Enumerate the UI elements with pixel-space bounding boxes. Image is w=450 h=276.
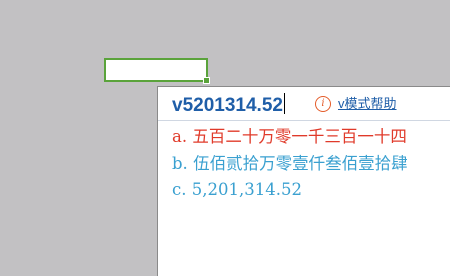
selected-spreadsheet-cell[interactable] (104, 58, 210, 84)
candidate-text: 五百二十万零一千三百一十四 (192, 127, 407, 146)
candidate-item-c[interactable]: c. 5,201,314.52 (172, 180, 302, 200)
candidate-index: a. (172, 127, 188, 146)
info-icon[interactable]: i (315, 96, 331, 112)
text-caret (283, 93, 285, 114)
ime-candidate-popup: v5201314.52 i v模式帮助 a. 五百二十万零一千三百一十四 b. … (157, 86, 450, 276)
fill-handle[interactable] (203, 77, 210, 84)
candidate-text: 伍佰贰拾万零壹仟叁佰壹拾肆 (193, 154, 408, 173)
ime-input-bar: v5201314.52 i v模式帮助 (158, 87, 450, 121)
ime-input-text: v5201314.52 (172, 95, 283, 116)
candidate-index: c. (172, 180, 187, 199)
candidate-item-b[interactable]: b. 伍佰贰拾万零壹仟叁佰壹拾肆 (172, 154, 408, 174)
ime-input-field[interactable]: v5201314.52 (172, 93, 285, 117)
candidate-item-a[interactable]: a. 五百二十万零一千三百一十四 (172, 127, 407, 147)
candidate-text: 5,201,314.52 (191, 180, 302, 199)
v-mode-help-link[interactable]: v模式帮助 (338, 95, 397, 112)
candidate-index: b. (172, 154, 188, 173)
